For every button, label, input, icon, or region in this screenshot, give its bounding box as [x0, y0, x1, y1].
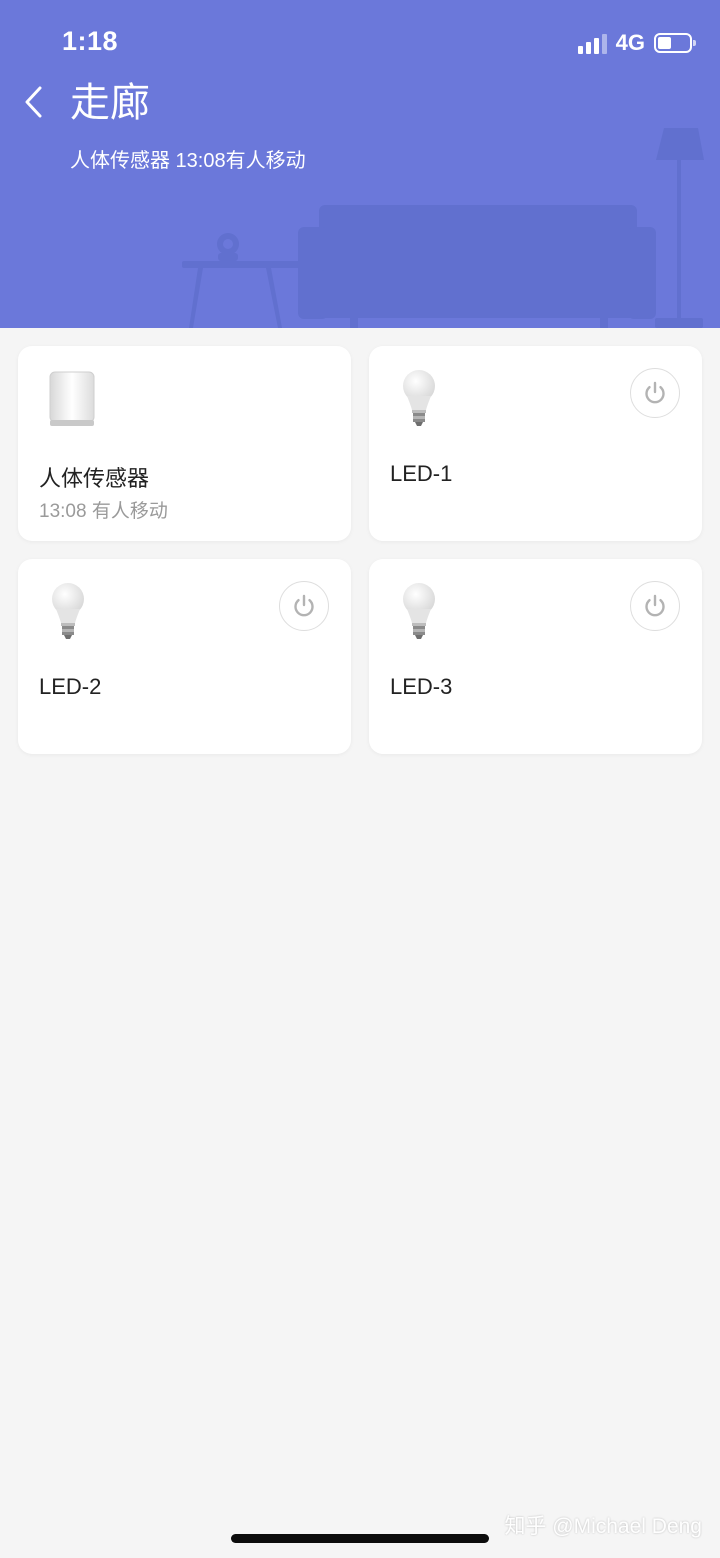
network-type: 4G	[615, 30, 645, 55]
motion-sensor-icon	[49, 371, 95, 426]
signal-bars-icon	[577, 32, 607, 54]
device-card-led-2[interactable]: LED-2	[18, 559, 351, 754]
power-button[interactable]	[630, 368, 680, 418]
page-title: 走廊	[70, 81, 150, 125]
device-status: 13:08 有人移动	[39, 501, 168, 522]
device-card-led-3[interactable]: LED-3	[369, 559, 702, 754]
device-name: LED-1	[390, 461, 453, 486]
power-icon	[645, 594, 665, 617]
status-time: 1:18	[62, 26, 119, 56]
device-card-motion-sensor[interactable]: 人体传感器 13:08 有人移动	[18, 346, 351, 541]
light-bulb-icon	[52, 583, 84, 639]
light-bulb-icon	[403, 370, 435, 426]
status-indicators: 4G	[577, 30, 696, 56]
page-subtitle: 人体传感器 13:08有人移动	[70, 150, 306, 172]
device-name: 人体传感器	[39, 466, 150, 491]
device-name: LED-3	[390, 674, 453, 699]
light-bulb-icon	[403, 583, 435, 639]
home-indicator[interactable]	[231, 1534, 489, 1543]
power-button[interactable]	[279, 581, 329, 631]
room-header: 1:18 4G 走廊 人体传感器 13:08有人移动	[0, 0, 720, 328]
power-button[interactable]	[630, 581, 680, 631]
watermark: 知乎 @Michael Deng	[504, 1515, 702, 1538]
chevron-left-icon	[25, 86, 42, 118]
back-button[interactable]	[18, 82, 54, 122]
device-card-led-1[interactable]: LED-1	[369, 346, 702, 541]
power-icon	[645, 381, 665, 404]
power-icon	[294, 594, 314, 617]
device-name: LED-2	[39, 674, 102, 699]
battery-icon	[654, 33, 696, 53]
